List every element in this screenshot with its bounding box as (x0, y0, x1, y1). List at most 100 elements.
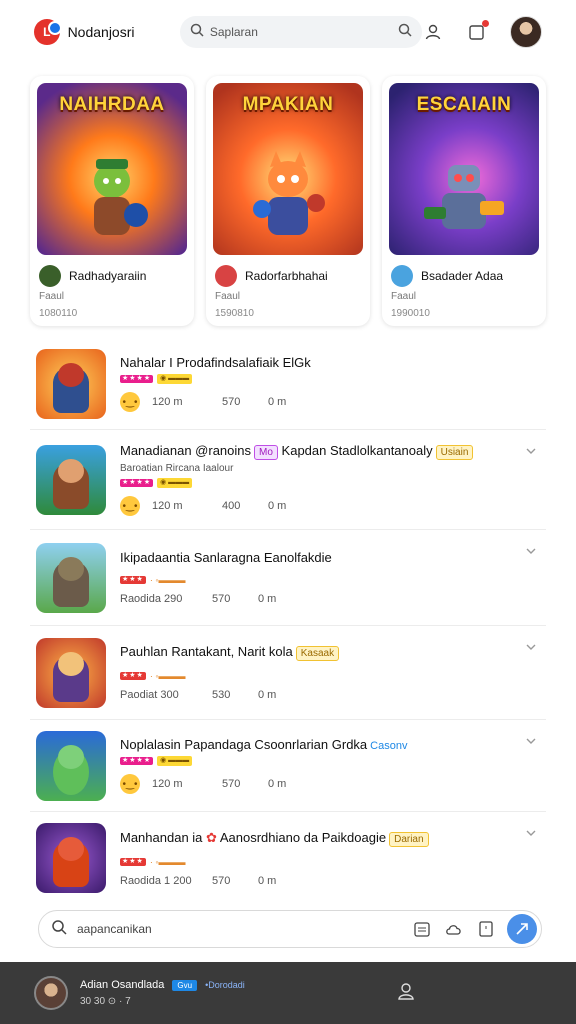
status-tag: Darian (389, 831, 429, 847)
emoji-icon: •‿• (120, 496, 140, 516)
featured-artwork: MPAKIAN (213, 83, 363, 255)
category-badge: · ◦▬▬▬ (149, 671, 186, 681)
featured-games: NAIHRDAA Radhadyaraiin Faaul 1080110 MPA… (30, 76, 546, 326)
user-footer: Adian Osandlada Gvu •Dorodadi 30 30 ⊙ · 7 (0, 962, 576, 1024)
top-bar: L Nodanjosri Saplaran (0, 0, 576, 64)
chevron-down-icon[interactable] (524, 640, 538, 654)
bottom-search-bar[interactable]: aapancanikan (38, 910, 542, 948)
game-thumbnail (36, 823, 106, 893)
stat-distance: 0 m (268, 396, 287, 408)
badge-row: ★★★ · ◦▬▬▬ (120, 575, 546, 585)
thumb-face (58, 556, 84, 581)
bottom-search-input[interactable]: aapancanikan (77, 922, 411, 936)
stat-count: 570 (222, 778, 241, 790)
category-link[interactable]: Casonv (370, 740, 407, 752)
calendar-icon[interactable] (411, 918, 433, 940)
chevron-down-icon[interactable] (524, 444, 538, 458)
stat-distance: 0 m (268, 500, 287, 512)
list-item[interactable]: Pauhlan Rantakant, Narit kola Kasaak ★★★ … (30, 626, 546, 720)
status-tag: Usiain (435, 445, 474, 460)
status-tag: Kasaak (295, 646, 340, 661)
category-badge: · ◦▬▬▬ (149, 575, 186, 585)
send-button[interactable] (507, 914, 537, 944)
thumb-face (58, 458, 84, 483)
notification-dot (482, 20, 489, 27)
notification-icon[interactable] (466, 20, 489, 43)
featured-stat: 1080110 (39, 308, 78, 319)
search-submit-icon[interactable] (398, 23, 412, 42)
list-item[interactable]: Nahalar I Prodafindsalafiaik ElGk ★★★★ ◉… (30, 338, 546, 430)
game-thumbnail (36, 444, 106, 515)
list-item[interactable]: Ikipadaantia Sanlaragna Eanolfakdie ★★★ … (30, 530, 546, 626)
footer-user-name: Adian Osandlada (80, 979, 165, 991)
stat-count: 570 (222, 396, 241, 408)
list-item[interactable]: Noplalasin Papandaga Csoonrlarian Grdka C… (30, 720, 546, 812)
stat-distance: 0 m (258, 874, 277, 887)
app-logo-icon[interactable]: L (34, 19, 62, 45)
game-title: Manhandan ia (120, 829, 203, 845)
app-name: Nodanjosri (67, 24, 135, 40)
badge-row: ★★★★ ◉ ▬▬▬ (120, 374, 546, 384)
game-thumbnail (36, 637, 106, 708)
stats-row: •‿• 120 m 570 0 m (120, 392, 546, 412)
badge-row: ★★★★ ◉ ▬▬▬ (120, 478, 546, 488)
stat-time: 120 m (152, 500, 183, 512)
chevron-down-icon[interactable] (524, 544, 538, 558)
stat-time: 120 m (152, 778, 183, 790)
featured-card[interactable]: ESCAIAIN Bsadader Adaa Faaul 1990010 (382, 76, 546, 326)
stat-distance: 0 m (258, 689, 277, 701)
footer-badge: Gvu (172, 979, 198, 991)
footer-profile-icon[interactable] (396, 981, 416, 1006)
featured-stat: 1590810 (215, 308, 254, 319)
featured-card[interactable]: NAIHRDAA Radhadyaraiin Faaul 1080110 (30, 76, 194, 326)
stat-count: 400 (222, 500, 241, 512)
stat-distance: 0 m (268, 778, 287, 790)
search-icon (51, 919, 67, 940)
game-title: Ikipadaantia Sanlaragna Eanolfakdie (120, 550, 332, 565)
stats-row: •‿• 120 m 400 0 m (120, 496, 546, 516)
robot-character-icon (424, 165, 504, 229)
publisher-avatar (215, 265, 237, 287)
category-badge: ◉ ▬▬▬ (157, 756, 193, 766)
footer-avatar[interactable] (34, 976, 68, 1010)
stats-row: Paodiat 300 530 0 m (120, 689, 546, 701)
genre-tag: Mo (254, 445, 278, 460)
profile-icon[interactable] (422, 21, 444, 43)
stat-rating: Paodiat 300 (120, 689, 179, 701)
stat-rating: Raodida 290 (120, 593, 183, 605)
featured-artwork: ESCAIAIN (389, 83, 539, 255)
stat-count: 530 (212, 689, 231, 701)
category-badge: · ◦▬▬▬ (149, 856, 186, 867)
publisher-avatar (391, 265, 413, 287)
send-icon (516, 923, 528, 935)
game-thumbnail (36, 348, 106, 419)
emoji-icon: •‿• (120, 392, 140, 412)
user-avatar[interactable] (510, 16, 542, 48)
game-thumbnail (36, 730, 106, 801)
stat-count: 570 (212, 874, 231, 887)
rating-badge: ★★★ (120, 576, 146, 584)
note-icon[interactable] (475, 918, 497, 940)
thumb-face (58, 362, 84, 387)
chevron-down-icon[interactable] (524, 734, 538, 748)
badge-row: ★★★ · ◦▬▬▬ (120, 857, 546, 867)
thumb-face (58, 837, 84, 861)
hero-character-icon (253, 151, 325, 235)
search-input[interactable]: Saplaran (210, 25, 398, 39)
chevron-down-icon[interactable] (524, 826, 538, 840)
game-title: Nahalar I Prodafindsalafiaik ElGk (120, 355, 311, 370)
featured-name: Bsadader Adaa (421, 269, 504, 283)
search-bar[interactable]: Saplaran (179, 16, 422, 48)
featured-card[interactable]: MPAKIAN Radorfarbhahai Faaul 1590810 (206, 76, 370, 326)
featured-name: Radorfarbhahai (245, 269, 328, 283)
thumb-face (58, 651, 84, 676)
game-subtitle: Aanosrdhiano da Paikdoagie (219, 829, 387, 845)
stat-time: 120 m (152, 396, 183, 408)
list-item[interactable]: Manadianan @ranoins Mo Kapdan Stadlolkant… (30, 430, 546, 530)
rating-badge: ★★★★ (120, 375, 154, 383)
list-item[interactable]: Manhandan ia ✿ Aanosrdhiano da Paikdoagi… (30, 812, 546, 904)
game-title: Noplalasin Papandaga Csoonrlarian Grdka (120, 737, 368, 752)
footer-handle[interactable]: •Dorodadi (205, 980, 245, 990)
category-badge: ◉ ▬▬▬ (157, 478, 193, 488)
cloud-icon[interactable] (443, 918, 465, 940)
